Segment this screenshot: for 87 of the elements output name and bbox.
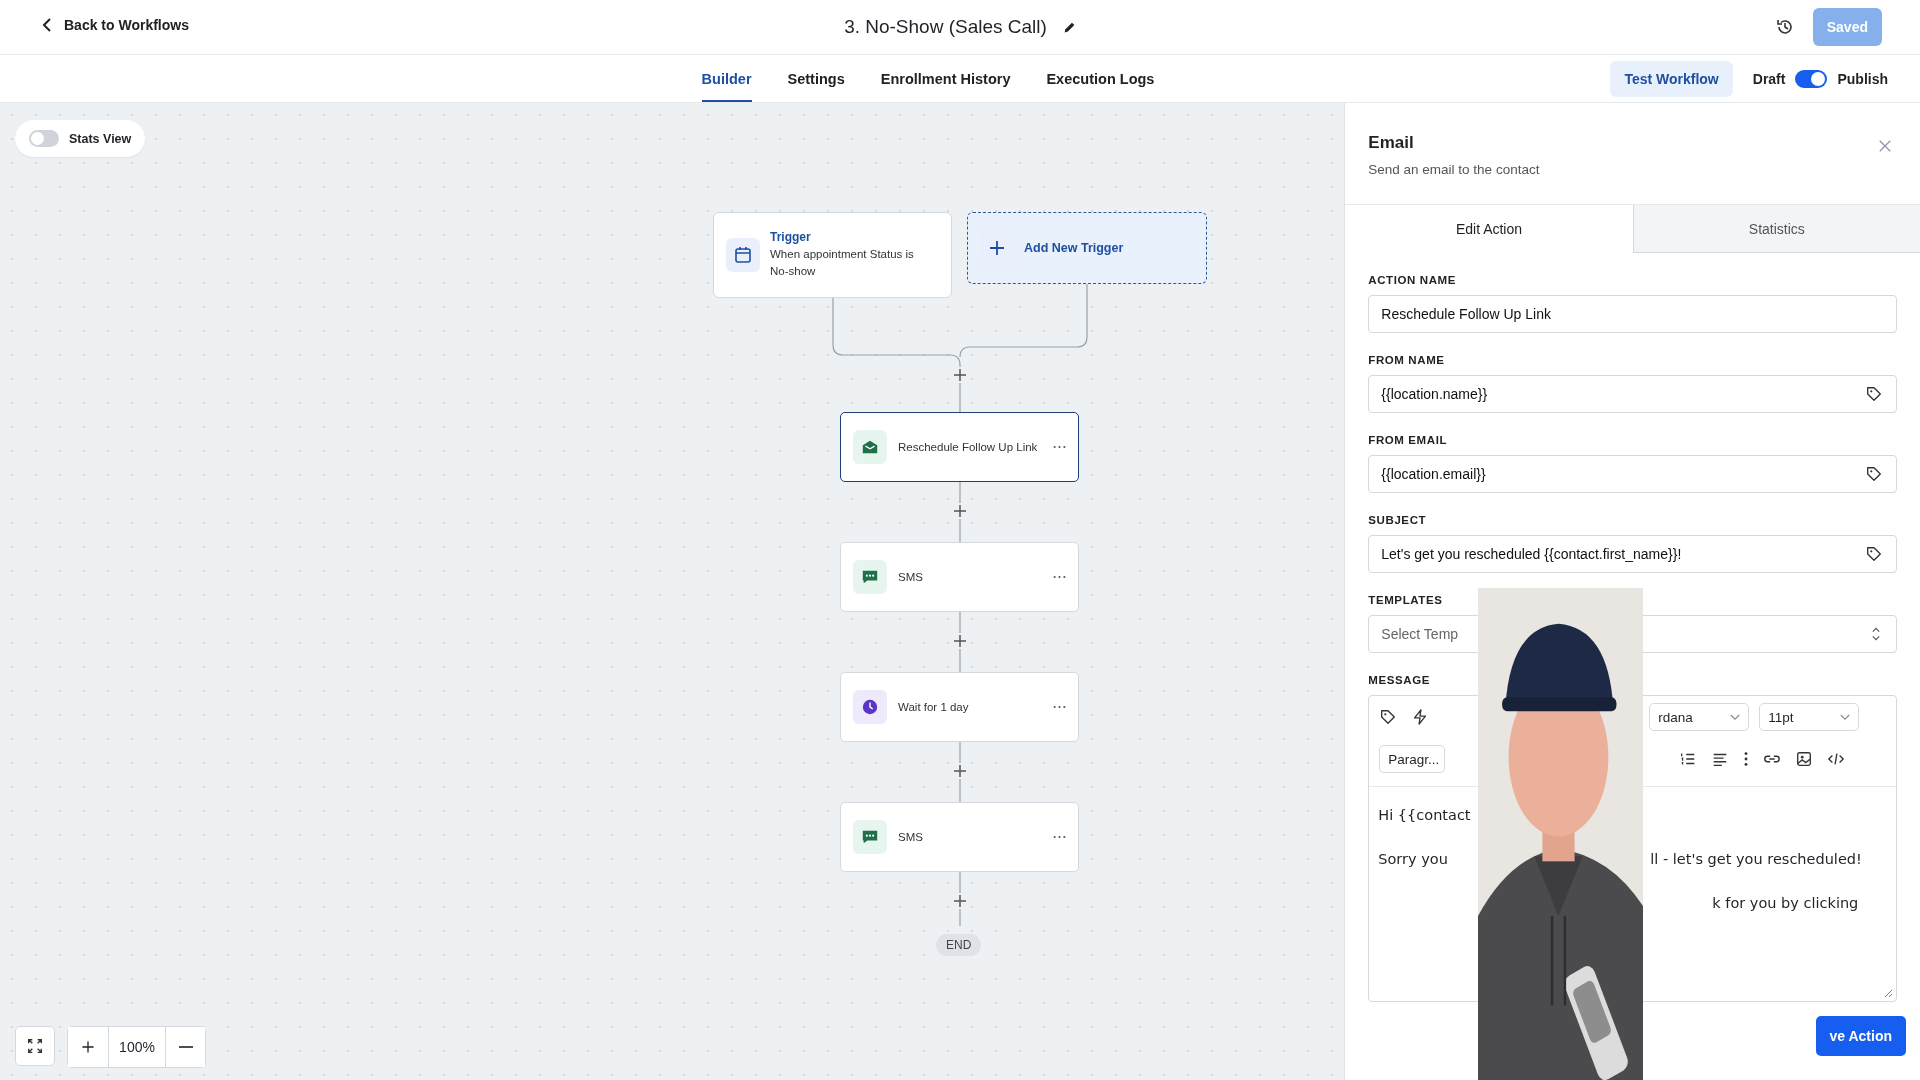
connector-line (959, 908, 961, 927)
stats-toggle[interactable] (29, 130, 59, 147)
more-vertical-icon[interactable] (1743, 750, 1750, 768)
action-label: Wait for 1 day (898, 701, 970, 713)
message-text: ll - let's get you rescheduled! (1650, 851, 1863, 869)
sort-arrows-icon (1871, 626, 1881, 642)
chat-icon (853, 820, 887, 854)
connector-line (959, 741, 961, 764)
action-node[interactable]: SMS (840, 542, 1079, 612)
chevron-down-icon (1840, 713, 1851, 721)
chat-icon (853, 560, 887, 594)
more-icon[interactable] (1053, 705, 1066, 709)
text-field[interactable]: {{location.email}} (1368, 455, 1897, 493)
action-node[interactable]: Wait for 1 day (840, 672, 1079, 742)
paragraph-select[interactable]: Paragr... (1379, 745, 1446, 773)
tab[interactable]: Enrollment History (880, 55, 1011, 102)
trigger-card[interactable]: Trigger When appointment Status is No-show (713, 212, 952, 298)
connector-line (959, 518, 961, 543)
save-action-button[interactable]: ve Action (1815, 1016, 1906, 1056)
connector-line (959, 648, 961, 673)
field-label: FROM EMAIL (1368, 434, 1449, 446)
add-trigger-card[interactable]: Add New Trigger (967, 212, 1207, 284)
history-icon[interactable] (1774, 17, 1795, 37)
end-marker: END (936, 934, 982, 956)
panel-subtitle: Send an email to the contact (1368, 162, 1540, 177)
connector-line (959, 481, 961, 504)
trigger-description: When appointment Status is No-show (770, 247, 915, 279)
connector-line (959, 382, 961, 413)
panel-tab[interactable]: Statistics (1632, 205, 1920, 253)
add-step-icon[interactable] (953, 764, 967, 778)
draft-label: Draft (1752, 70, 1786, 87)
more-icon[interactable] (1053, 835, 1066, 839)
calendar-icon (726, 238, 760, 272)
add-step-icon[interactable] (953, 368, 967, 382)
envelope-icon (853, 430, 887, 464)
back-link[interactable]: Back to Workflows (40, 17, 189, 33)
tag-icon[interactable] (1379, 708, 1398, 726)
text-field[interactable]: Let's get you rescheduled {{contact.first_name}}! (1368, 535, 1897, 573)
add-step-icon[interactable] (953, 504, 967, 518)
trigger-title: Trigger (770, 230, 812, 244)
field-label: SUBJECT (1368, 514, 1428, 526)
action-label: SMS (898, 831, 924, 843)
add-trigger-label: Add New Trigger (1024, 241, 1124, 255)
text-field[interactable]: Reschedule Follow Up Link (1368, 295, 1897, 333)
connector-line (959, 871, 961, 894)
publish-toggle[interactable] (1795, 69, 1828, 88)
action-node[interactable]: SMS (840, 802, 1079, 872)
tag-icon[interactable] (1865, 545, 1883, 563)
fit-screen-button[interactable] (15, 1026, 55, 1066)
message-text: Hi {{contact (1378, 807, 1472, 825)
stats-view-control[interactable]: Stats View (15, 120, 146, 157)
image-icon[interactable] (1795, 750, 1814, 768)
action-label: Reschedule Follow Up Link (898, 441, 1039, 453)
add-step-icon[interactable] (953, 894, 967, 908)
test-workflow-button[interactable]: Test Workflow (1610, 60, 1733, 97)
publish-label: Publish (1837, 70, 1888, 87)
text-field[interactable]: {{location.name}} (1368, 375, 1897, 413)
stats-view-label: Stats View (69, 131, 132, 146)
add-step-icon[interactable] (953, 634, 967, 648)
field-label: FROM NAME (1368, 354, 1446, 366)
expand-icon (26, 1037, 44, 1055)
tab[interactable]: Execution Logs (1046, 55, 1155, 102)
plus-icon (80, 1039, 96, 1055)
field-label: MESSAGE (1368, 674, 1431, 686)
font-select[interactable]: rdana (1649, 703, 1750, 731)
field-label: ACTION NAME (1368, 274, 1458, 286)
minus-icon (178, 1046, 193, 1048)
edit-icon[interactable] (1062, 20, 1076, 34)
tag-icon[interactable] (1865, 385, 1883, 403)
panel-title: Email (1368, 133, 1415, 153)
connector-line (959, 611, 961, 634)
font-size-select[interactable]: 11pt (1759, 703, 1860, 731)
resize-handle-icon[interactable] (1883, 988, 1893, 998)
field-label: TEMPLATES (1368, 594, 1444, 606)
message-text: Sorry you (1378, 851, 1449, 869)
clock-icon (853, 690, 887, 724)
message-text: k for you by clicking (1712, 895, 1860, 913)
close-icon[interactable] (1878, 139, 1892, 153)
tag-icon[interactable] (1865, 465, 1883, 483)
workflow-title: 3. No-Show (Sales Call) (844, 16, 1047, 38)
more-icon[interactable] (1053, 445, 1066, 449)
action-node[interactable]: Reschedule Follow Up Link (840, 412, 1079, 482)
tab[interactable]: Settings (787, 55, 845, 102)
more-icon[interactable] (1053, 575, 1066, 579)
action-label: SMS (898, 571, 924, 583)
chevron-down-icon (1730, 713, 1741, 721)
connector-line (959, 778, 961, 803)
